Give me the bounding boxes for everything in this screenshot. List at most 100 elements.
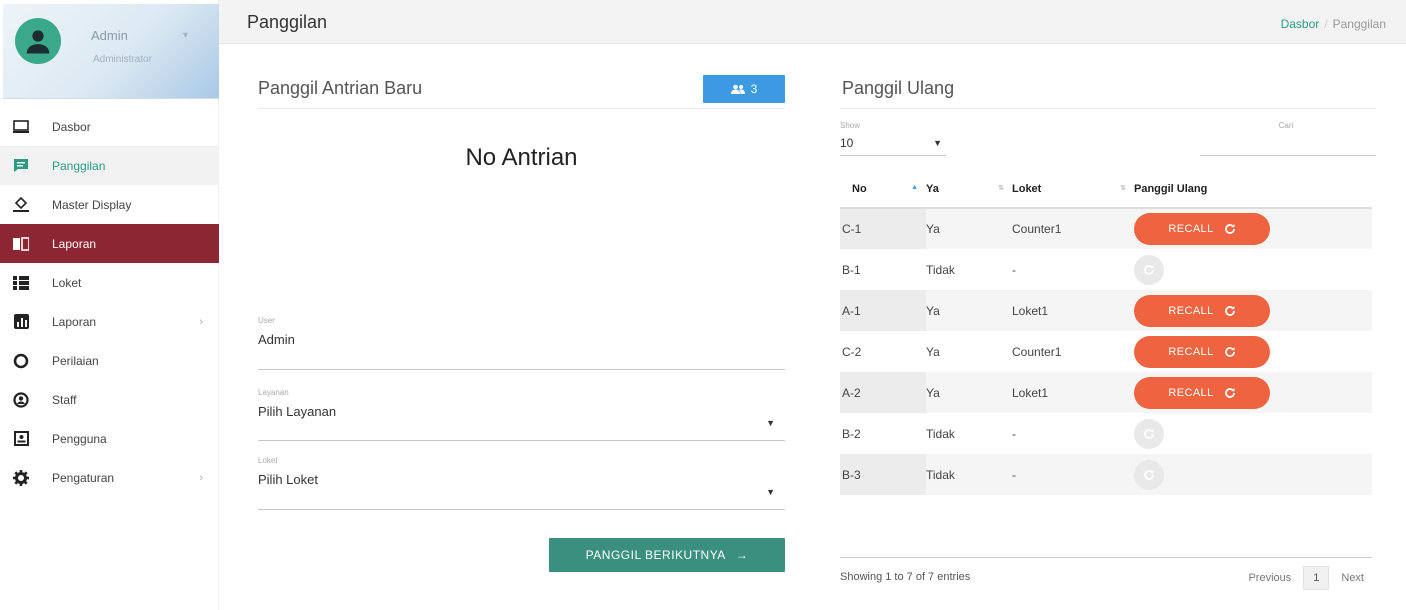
refresh-icon	[1134, 418, 1164, 449]
cell-loket: -	[1012, 426, 1016, 441]
sidebar-item-label: Pengaturan	[52, 470, 115, 485]
sidebar-item-label: Laporan	[52, 236, 97, 251]
call-next-button[interactable]: PANGGIL BERIKUTNYA →	[549, 538, 785, 572]
show-entries-select[interactable]: 10 ▼	[840, 136, 946, 156]
sidebar-item-label: Panggilan	[52, 158, 106, 173]
pagination-page[interactable]: 1	[1303, 566, 1330, 590]
column-header-loket[interactable]: Loket ⇅	[1012, 171, 1134, 209]
sidebar-item-laporan[interactable]: Laporan ›	[0, 302, 219, 341]
refresh-icon	[1134, 254, 1164, 285]
report-icon	[10, 236, 32, 252]
queue-count-button[interactable]: 3	[703, 75, 785, 103]
sidebar-item-label: Pengguna	[52, 431, 107, 446]
pagination-next[interactable]: Next	[1335, 567, 1370, 589]
cell-loket: -	[1012, 454, 1134, 495]
refresh-icon	[1224, 387, 1236, 399]
recall-label: RECALL	[1168, 223, 1214, 235]
recall-panel: Panggil Ulang Show 10 ▼ Cari No ▲ Ya ⇅ Lok…	[840, 72, 1376, 602]
layanan-select[interactable]: Layanan Pilih Layanan ▼	[258, 388, 785, 441]
queue-number-display: No Antrian	[465, 144, 578, 171]
sidebar-item-staff[interactable]: Staff	[0, 380, 219, 419]
profile-role: Administrator	[93, 54, 152, 65]
sidebar-item-panggilan[interactable]: Panggilan	[0, 146, 219, 185]
cell-action	[1134, 249, 1372, 290]
table-row: A-2 Ya Loket1 RECALL	[840, 372, 1372, 413]
breadcrumb-home-link[interactable]: Dasbor	[1281, 17, 1320, 31]
cell-ya: Ya	[926, 208, 1012, 249]
recall-button[interactable]: RECALL	[1134, 294, 1270, 327]
page-title: Panggilan	[247, 12, 328, 32]
loket-select[interactable]: Loket Pilih Loket ▼	[258, 456, 785, 510]
people-icon	[730, 84, 745, 94]
grid-list-icon	[10, 275, 32, 291]
loket-label: Loket	[258, 456, 278, 465]
queue-count: 3	[750, 82, 758, 96]
top-bar: Panggilan Dasbor / Panggilan	[219, 0, 1406, 44]
user-profile[interactable]: Admin ▾ Administrator	[3, 4, 219, 99]
pagination-previous[interactable]: Previous	[1242, 567, 1297, 589]
sidebar-item-perilaian[interactable]: Perilaian	[0, 341, 219, 380]
refresh-icon	[1224, 305, 1236, 317]
avatar	[15, 18, 61, 64]
search-label: Cari	[1278, 121, 1294, 130]
circle-icon	[10, 353, 32, 369]
sidebar-item-master-display[interactable]: Master Display	[0, 185, 219, 224]
paint-bucket-icon	[10, 197, 32, 213]
cell-action	[1134, 454, 1372, 495]
arrow-right-icon: →	[735, 548, 749, 562]
call-next-label: PANGGIL BERIKUTNYA	[585, 548, 726, 562]
sidebar-item-pengaturan[interactable]: Pengaturan ›	[0, 458, 219, 497]
table-info: Showing 1 to 7 of 7 entries	[840, 571, 971, 583]
table-row: B-1 Tidak -	[840, 249, 1372, 290]
loket-value: Pilih Loket	[258, 472, 318, 487]
sidebar-item-label: Laporan	[52, 314, 97, 329]
sidebar-item-dasbor[interactable]: Dasbor	[0, 107, 219, 146]
caret-down-icon: ▼	[766, 418, 775, 428]
column-header-ya[interactable]: Ya ⇅	[926, 171, 1012, 209]
user-field[interactable]: User Admin	[258, 316, 785, 370]
sort-asc-icon: ▲	[911, 184, 918, 191]
recall-button[interactable]: RECALL	[1134, 376, 1270, 409]
cell-action	[1134, 413, 1372, 454]
breadcrumb: Dasbor / Panggilan	[1281, 17, 1386, 31]
cell-action: RECALL	[1134, 331, 1372, 372]
cell-loket: Loket1	[1012, 290, 1134, 331]
table-row: C-1 Ya Counter1 RECALL	[840, 208, 1372, 249]
recall-label: RECALL	[1168, 345, 1214, 358]
recall-button[interactable]: RECALL	[1134, 335, 1270, 368]
recall-panel-title: Panggil Ulang	[842, 78, 955, 98]
column-header-panggil-ulang[interactable]: Panggil Ulang	[1134, 171, 1372, 209]
search-input[interactable]	[1200, 136, 1376, 156]
monitor-icon	[10, 119, 32, 135]
cell-ya: Tidak	[926, 262, 955, 277]
cell-action: RECALL	[1134, 208, 1372, 249]
recall-table: No ▲ Ya ⇅ Loket ⇅ Panggil Ulang C-1 Ya Counte…	[840, 171, 1372, 495]
sidebar-item-pengguna[interactable]: Pengguna	[0, 419, 219, 458]
divider	[840, 557, 1372, 558]
recall-button[interactable]: RECALL	[1134, 213, 1270, 245]
recall-label: RECALL	[1168, 386, 1214, 399]
user-icon	[26, 30, 50, 54]
column-header-no[interactable]: No ▲	[840, 171, 926, 209]
recall-table-body: C-1 Ya Counter1 RECALL B-1 Tidak - A-1 Ya Loket1 R…	[840, 208, 1372, 495]
sidebar-item-loket[interactable]: Loket	[0, 263, 219, 302]
refresh-icon	[1134, 459, 1164, 490]
caret-down-icon: ▼	[766, 487, 775, 497]
breadcrumb-separator: /	[1324, 17, 1328, 31]
chevron-right-icon: ›	[199, 315, 203, 328]
refresh-icon	[1224, 223, 1236, 235]
sidebar-item-label: Perilaian	[52, 353, 99, 368]
table-header-row: No ▲ Ya ⇅ Loket ⇅ Panggil Ulang	[840, 171, 1372, 209]
layanan-label: Layanan	[258, 388, 289, 397]
profile-name: Admin	[91, 28, 128, 43]
user-field-value: Admin	[258, 332, 295, 347]
sidebar-item-label: Loket	[52, 275, 82, 290]
cell-no: B-2	[842, 426, 861, 441]
cell-ya: Tidak	[926, 426, 955, 441]
table-row: A-1 Ya Loket1 RECALL	[840, 290, 1372, 331]
divider	[840, 108, 1376, 109]
sidebar-item-laporan-active[interactable]: Laporan	[0, 224, 219, 263]
chevron-down-icon[interactable]: ▾	[183, 30, 188, 41]
chat-icon	[10, 158, 32, 174]
sidebar-item-label: Master Display	[52, 197, 132, 212]
